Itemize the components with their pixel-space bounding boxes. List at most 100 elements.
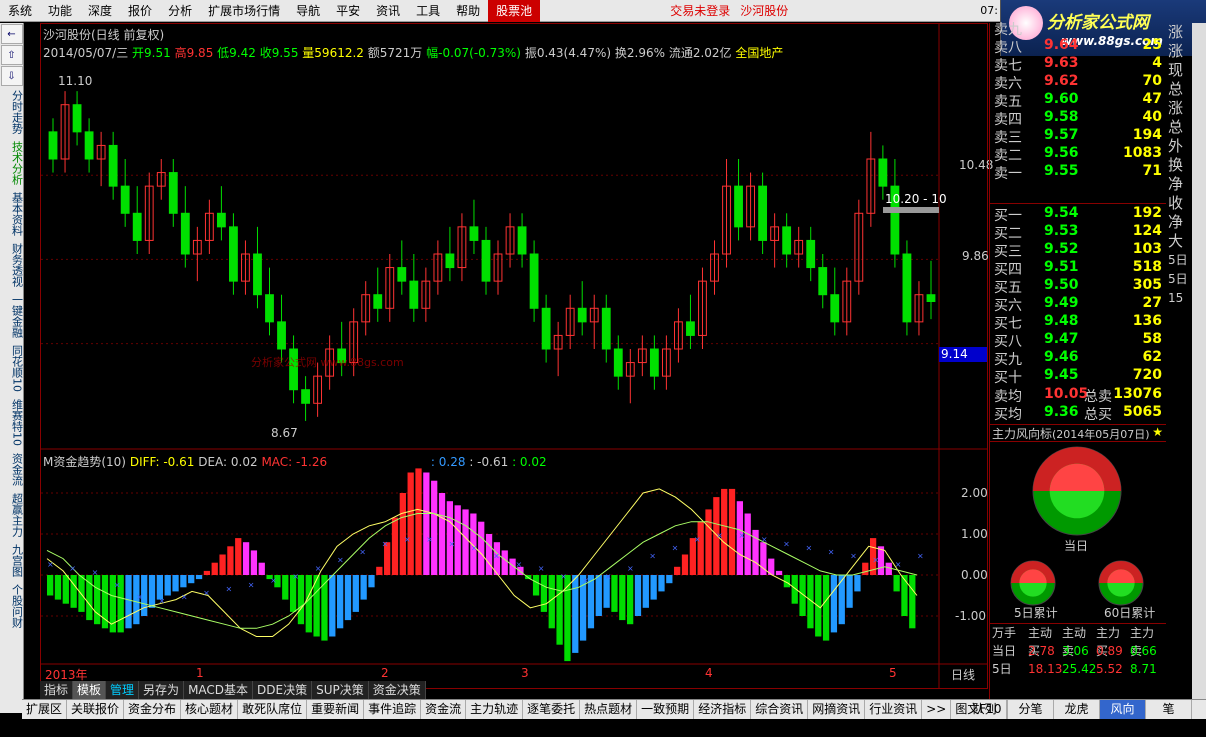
tab-financials[interactable]: 财务透视 (1, 240, 24, 290)
bottom-tab[interactable]: 核心题材 (181, 700, 239, 719)
tab-dde[interactable]: DDE决策 (253, 681, 313, 699)
bottom-tab[interactable]: 主力轨迹 (466, 700, 524, 719)
ask-row[interactable]: 卖四 9.58 40 (990, 109, 1166, 128)
menu-item-function[interactable]: 功能 (40, 0, 80, 22)
menu-item-help[interactable]: 帮助 (448, 0, 488, 22)
tab-main-force[interactable]: 超赢主力 (1, 490, 24, 540)
bottom-right-tab[interactable]: 笔 (1146, 700, 1192, 719)
down-icon[interactable]: ⇩ (0, 66, 23, 86)
bottom-tab[interactable]: 行业资讯 (865, 700, 923, 719)
indicator-bar (321, 575, 328, 641)
ask-row[interactable]: 卖一 9.55 71 (990, 163, 1166, 182)
bottom-tab[interactable]: 热点题材 (580, 700, 638, 719)
candle-body (265, 294, 274, 323)
menu-item-stock-pool[interactable]: 股票池 (488, 0, 541, 22)
menu-item-system[interactable]: 系统 (0, 0, 40, 22)
bid-row[interactable]: 买二 9.53 124 (990, 223, 1166, 242)
bottom-tab[interactable]: 重要新闻 (307, 700, 365, 719)
menu-item-news[interactable]: 资讯 (368, 0, 408, 22)
ask-row[interactable]: 卖八 9.64 25 (990, 37, 1166, 56)
menu-item-quote[interactable]: 报价 (120, 0, 160, 22)
menu-item-depth[interactable]: 深度 (80, 0, 120, 22)
ask-row[interactable]: 卖二 9.56 1083 (990, 145, 1166, 164)
bottom-tab[interactable]: 资金分布 (124, 700, 182, 719)
menu-item-extended-market[interactable]: 扩展市场行情 (200, 0, 288, 22)
period-label[interactable]: 日线 (951, 666, 975, 683)
kline-chart[interactable]: 沙河股份(日线 前复权) 2014/05/07/三 开9.51 高9.85 低9… (40, 23, 993, 689)
bottom-right-tab[interactable]: 分笔 (1008, 700, 1054, 719)
mac-marker: × (761, 535, 768, 544)
bottom-tab[interactable]: 网摘资讯 (808, 700, 866, 719)
indicator-bar (862, 562, 869, 575)
tab-fund-decision[interactable]: 资金决策 (368, 681, 426, 699)
indicator-bar (78, 575, 85, 612)
bottom-tab[interactable]: 经济指标 (694, 700, 752, 719)
star-icon[interactable]: ★ (1152, 425, 1163, 439)
ask-row[interactable]: 卖七 9.63 4 (990, 55, 1166, 74)
bid-row[interactable]: 买七 9.48 136 (990, 313, 1166, 332)
ob-volume: 194 (1132, 127, 1162, 143)
bid-row[interactable]: 买四 9.51 518 (990, 259, 1166, 278)
bid-row[interactable]: 买六 9.49 27 (990, 295, 1166, 314)
scrollbar[interactable] (1192, 23, 1206, 699)
menu-item-pingan[interactable]: 平安 (328, 0, 368, 22)
tab-save-as[interactable]: 另存为 (139, 681, 185, 699)
stock-name-top: 沙河股份 (740, 4, 789, 18)
bid-row[interactable]: 买五 9.50 305 (990, 277, 1166, 296)
bottom-tab[interactable]: 事件追踪 (364, 700, 422, 719)
bottom-right-tab[interactable]: 队列 (962, 700, 1008, 719)
bottom-tab[interactable]: 敢死队席位 (238, 700, 308, 719)
indicator-bar (360, 575, 367, 600)
tab-manage[interactable]: 管理 (106, 681, 140, 699)
tab-intraday[interactable]: 分时走势 (1, 87, 24, 137)
menu-item-tools[interactable]: 工具 (408, 0, 448, 22)
bid-row[interactable]: 买一 9.54 192 (990, 205, 1166, 224)
tab-template[interactable]: 模板 (73, 681, 107, 699)
tab-fundamentals[interactable]: 基本资料 (1, 189, 24, 239)
tab-fund-flow[interactable]: 资金流 (1, 450, 24, 489)
indicator-bar (438, 493, 446, 575)
tab-wst10[interactable]: 维赛特10 (1, 396, 24, 449)
tab-ask[interactable]: 个股问财 (1, 581, 24, 631)
tab-sup[interactable]: SUP决策 (312, 681, 369, 699)
tab-macd[interactable]: MACD基本 (184, 681, 254, 699)
indicator-bar (203, 570, 211, 575)
tab-one-key[interactable]: 一键金融 (1, 291, 24, 341)
mac-marker: × (47, 560, 54, 569)
ask-row[interactable]: 卖三 9.57 194 (990, 127, 1166, 146)
candle-body (180, 212, 190, 255)
bid-row[interactable]: 买九 9.46 62 (990, 349, 1166, 368)
ob-label: 卖七 (994, 58, 1022, 74)
bottom-tab[interactable]: 资金流 (421, 700, 467, 719)
indicator-bar (650, 575, 657, 600)
tab-nine-grid[interactable]: 九宫图 (1, 541, 24, 580)
ask-row[interactable]: 卖五 9.60 47 (990, 91, 1166, 110)
tab-indicator[interactable]: 指标 (40, 681, 74, 699)
ob-volume: 40 (1142, 109, 1162, 125)
bottom-tab[interactable]: 综合资讯 (751, 700, 809, 719)
indicator-bar (485, 534, 493, 575)
bid-row[interactable]: 买八 9.47 58 (990, 331, 1166, 350)
bid-row[interactable]: 买十 9.45 720 (990, 367, 1166, 386)
bottom-tab[interactable]: 逐笔委托 (523, 700, 581, 719)
indicator-bar (101, 575, 109, 629)
indicator-header: M资金趋势(10) DIFF: -0.61 DEA: 0.02 MAC: -1.… (43, 453, 547, 470)
back-icon[interactable]: ← (0, 24, 23, 44)
up-icon[interactable]: ⇧ (0, 45, 23, 65)
bottom-tab[interactable]: >> (922, 700, 952, 719)
ask-row[interactable]: 卖六 9.62 70 (990, 73, 1166, 92)
menu-item-analysis[interactable]: 分析 (160, 0, 200, 22)
bottom-right-tab[interactable]: 龙虎 (1054, 700, 1100, 719)
bottom-right-tab[interactable]: 风向 (1100, 700, 1146, 719)
bottom-tab[interactable]: 关联报价 (67, 700, 125, 719)
menu-item-navigation[interactable]: 导航 (288, 0, 328, 22)
bid-row[interactable]: 买三 9.52 103 (990, 241, 1166, 260)
bottom-tab[interactable]: 一致预期 (637, 700, 695, 719)
trade-status[interactable]: 交易未登录 (670, 2, 730, 19)
indicator-name[interactable]: M资金趋势(10) (43, 455, 126, 469)
tab-technical[interactable]: 技术分析 (1, 138, 24, 188)
ask-row[interactable]: 卖九 (990, 19, 1166, 38)
bottom-tab[interactable]: 扩展区 (22, 700, 68, 719)
tab-ths10[interactable]: 同花顺10 (1, 342, 24, 395)
ob-price: 9.51 (1044, 259, 1079, 275)
